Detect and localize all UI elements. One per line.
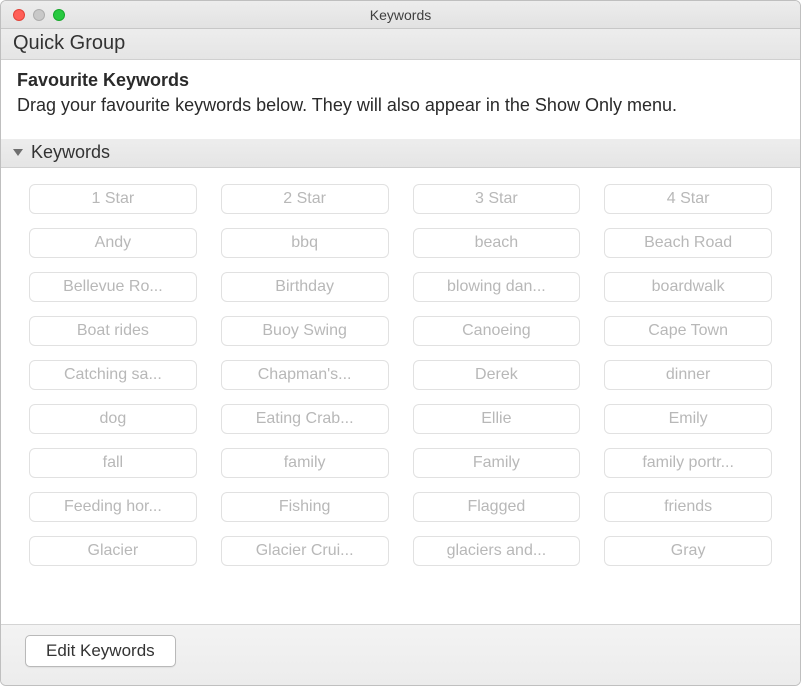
keyword-pill[interactable]: family [221,448,389,478]
keyword-pill[interactable]: Chapman's... [221,360,389,390]
minimize-button[interactable] [33,9,45,21]
section-keywords[interactable]: Keywords [1,139,800,168]
keyword-pill[interactable]: dog [29,404,197,434]
keyword-pill[interactable]: family portr... [604,448,772,478]
favourites-drop-area[interactable]: Favourite Keywords Drag your favourite k… [1,60,800,139]
keyword-pill[interactable]: boardwalk [604,272,772,302]
keyword-pill[interactable]: Ellie [413,404,581,434]
keyword-pill[interactable]: Glacier [29,536,197,566]
keyword-pill[interactable]: Emily [604,404,772,434]
keyword-pill[interactable]: Boat rides [29,316,197,346]
keyword-pill[interactable]: Glacier Crui... [221,536,389,566]
footer: Edit Keywords [1,624,800,685]
keyword-pill[interactable]: Eating Crab... [221,404,389,434]
titlebar: Keywords [1,1,800,29]
keyword-pill[interactable]: 4 Star [604,184,772,214]
edit-keywords-button[interactable]: Edit Keywords [25,635,176,667]
section-label: Keywords [31,142,110,163]
keyword-pill[interactable]: 3 Star [413,184,581,214]
keyword-pill[interactable]: Birthday [221,272,389,302]
keyword-pill[interactable]: Feeding hor... [29,492,197,522]
keywords-window: Keywords Quick Group Favourite Keywords … [0,0,801,686]
keyword-pill[interactable]: Derek [413,360,581,390]
section-label: Quick Group [13,32,125,55]
keyword-pill[interactable]: blowing dan... [413,272,581,302]
window-title: Keywords [1,7,800,23]
keyword-pill[interactable]: Catching sa... [29,360,197,390]
keyword-pill[interactable]: glaciers and... [413,536,581,566]
keyword-pill[interactable]: beach [413,228,581,258]
keyword-pill[interactable]: 2 Star [221,184,389,214]
keyword-pill[interactable]: Fishing [221,492,389,522]
keyword-pill[interactable]: Beach Road [604,228,772,258]
keyword-pill[interactable]: Cape Town [604,316,772,346]
keyword-pill[interactable]: friends [604,492,772,522]
zoom-button[interactable] [53,9,65,21]
favourites-description: Drag your favourite keywords below. They… [17,93,784,117]
close-button[interactable] [13,9,25,21]
keyword-pill[interactable]: Andy [29,228,197,258]
keyword-pill[interactable]: fall [29,448,197,478]
keyword-pill[interactable]: Flagged [413,492,581,522]
window-controls [1,9,65,21]
section-quick-group[interactable]: Quick Group [1,29,800,60]
disclosure-triangle-icon[interactable] [13,149,23,156]
keyword-pill[interactable]: dinner [604,360,772,390]
keyword-pill[interactable]: 1 Star [29,184,197,214]
favourites-title: Favourite Keywords [17,70,784,91]
keyword-pill[interactable]: bbq [221,228,389,258]
keyword-pill[interactable]: Bellevue Ro... [29,272,197,302]
keyword-pill[interactable]: Gray [604,536,772,566]
keyword-pill[interactable]: Canoeing [413,316,581,346]
keyword-pill[interactable]: Family [413,448,581,478]
keyword-pill[interactable]: Buoy Swing [221,316,389,346]
keywords-grid: 1 Star 2 Star 3 Star 4 Star Andybbq beach Beac… [1,168,800,624]
